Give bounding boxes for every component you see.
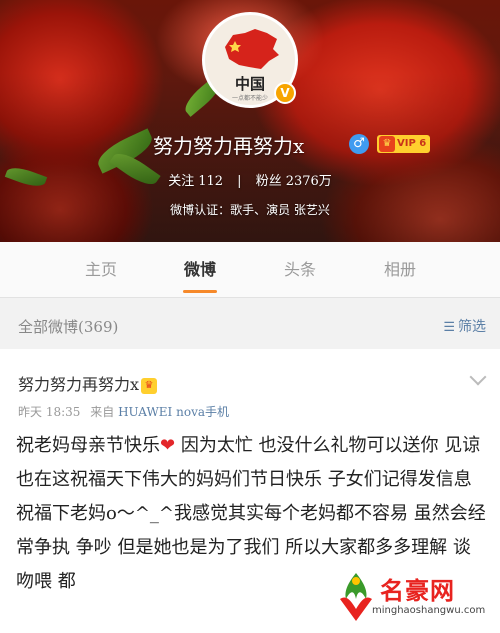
watermark-title: 名豪网 [380, 577, 455, 605]
vip-icon: ♛ [141, 377, 158, 394]
profile-tabs: 主页 微博 头条 相册 [0, 242, 500, 298]
followers-count: 2376万 [285, 174, 332, 189]
watermark: 名豪网 minghaoshangwu.com [334, 569, 494, 627]
verification-text: 微博认证：歌手、演员 张艺兴 [170, 203, 330, 217]
tab-headlines[interactable]: 头条 [265, 242, 335, 298]
vip-label: VIP 6 [397, 138, 427, 149]
stats-divider: | [237, 174, 242, 189]
profile-username: 努力努力再努力x [153, 134, 305, 158]
post-meta: 昨天 18:35 来自 HUAWEI nova手机 [18, 403, 229, 420]
post-source-prefix: 来自 [90, 405, 115, 419]
post-time: 昨天 18:35 [18, 405, 81, 419]
male-icon: ♂ [349, 134, 369, 154]
post-count: 全部微博(369) [18, 318, 119, 336]
followers-stat[interactable]: 粉丝 2376万 [256, 174, 332, 189]
username-row: 努力努力再努力x ♂ ♛ VIP 6 [0, 130, 500, 160]
heart-icon: ❤ [160, 435, 176, 456]
filter-bar: 全部微博(369) ☰ 筛选 [0, 308, 500, 346]
post-username: 努力努力再努力x [18, 375, 140, 394]
post-text-part1: 祝老妈母亲节快乐 [16, 435, 160, 456]
tab-album[interactable]: 相册 [365, 242, 435, 298]
chevron-down-icon[interactable] [469, 368, 487, 386]
verified-icon: V [274, 82, 296, 104]
post-author[interactable]: 努力努力再努力x ♛ [18, 371, 158, 395]
filter-label: 筛选 [458, 319, 486, 335]
tab-home[interactable]: 主页 [66, 242, 136, 298]
tab-weibo[interactable]: 微博 [165, 242, 235, 298]
crown-icon: ♛ [379, 136, 395, 152]
following-count: 112 [198, 174, 224, 189]
china-map-icon [225, 29, 279, 69]
followers-label: 粉丝 [255, 174, 282, 189]
watermark-logo [340, 573, 372, 621]
profile-banner: 中国 一点都不能少 V 努力努力再努力x ♂ ♛ VIP 6 关注 112 | 粉… [0, 0, 500, 242]
post-source[interactable]: HUAWEI nova手机 [118, 405, 229, 419]
stats-row: 关注 112 | 粉丝 2376万 [0, 170, 500, 189]
following-stat[interactable]: 关注 112 [168, 174, 227, 189]
filter-icon: ☰ [443, 320, 455, 335]
post-card: 努力努力再努力x ♛ 昨天 18:35 来自 HUAWEI nova手机 祝老妈母… [0, 349, 500, 633]
watermark-url: minghaoshangwu.com [372, 605, 486, 616]
following-label: 关注 [168, 174, 195, 189]
filter-button[interactable]: ☰ 筛选 [443, 316, 486, 336]
vip-badge[interactable]: ♛ VIP 6 [377, 135, 431, 153]
